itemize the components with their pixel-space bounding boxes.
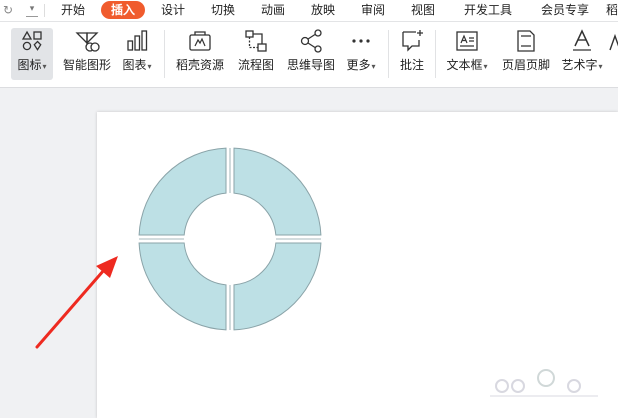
comment-icon xyxy=(402,30,423,52)
bar-chart-icon xyxy=(127,30,148,51)
ribbon-divider xyxy=(435,30,436,78)
mindmap-icon xyxy=(300,29,322,53)
mindmap-button[interactable]: 思维导图 xyxy=(284,28,338,80)
more-dots-icon xyxy=(352,39,370,43)
comment-button[interactable]: 批注 xyxy=(396,28,428,80)
chevron-down-icon: ▾ xyxy=(483,62,488,71)
tab-transition[interactable]: 切换 xyxy=(204,1,242,19)
header-footer-icon xyxy=(517,30,535,52)
ribbon-divider xyxy=(164,30,165,78)
tab-animation[interactable]: 动画 xyxy=(254,1,292,19)
wordart-button[interactable]: 艺术字▾ xyxy=(558,28,606,80)
textbox-label: 文本框 xyxy=(446,58,483,72)
menu-divider xyxy=(44,4,45,17)
flowchart-icon xyxy=(245,30,267,52)
icons-label: 图标 xyxy=(17,58,42,72)
header-footer-button[interactable]: 页眉页脚 xyxy=(499,28,553,80)
undo-icon[interactable]: ↻ xyxy=(1,2,15,18)
docer-resources-icon xyxy=(189,31,211,51)
chart-label: 图表 xyxy=(122,58,147,72)
smart-graphic-button[interactable]: 智能图形 xyxy=(61,28,113,80)
chevron-down-icon: ▾ xyxy=(147,62,152,71)
docer-resources-label: 稻壳资源 xyxy=(175,58,224,72)
tab-insert[interactable]: 插入 xyxy=(101,1,145,19)
tab-developer-tools[interactable]: 开发工具 xyxy=(458,1,518,19)
wordart-label: 艺术字 xyxy=(561,58,598,72)
watermark-logo xyxy=(490,369,598,397)
menu-bar: ↻ ▾ 开始 插入 设计 切换 动画 放映 审阅 视图 开发工具 会员专享 稻 xyxy=(0,0,618,22)
tab-member-exclusive[interactable]: 会员专享 xyxy=(534,1,596,19)
tab-design[interactable]: 设计 xyxy=(154,1,192,19)
comment-label: 批注 xyxy=(399,58,424,72)
tab-review[interactable]: 审阅 xyxy=(354,1,392,19)
flowchart-button[interactable]: 流程图 xyxy=(234,28,278,80)
mindmap-label: 思维导图 xyxy=(286,58,335,72)
smart-graphic-label: 智能图形 xyxy=(62,58,111,72)
tab-docer-truncated[interactable]: 稻 xyxy=(606,1,618,19)
icons-button[interactable]: 图标▾ xyxy=(11,28,53,80)
icons-icon xyxy=(21,30,42,51)
tab-slideshow[interactable]: 放映 xyxy=(304,1,342,19)
more-button[interactable]: 更多▾ xyxy=(343,28,379,80)
flowchart-label: 流程图 xyxy=(237,58,274,72)
tab-home[interactable]: 开始 xyxy=(54,1,92,19)
arrow-shaft xyxy=(35,268,106,349)
chart-button[interactable]: 图表▾ xyxy=(118,28,156,80)
ribbon-divider xyxy=(388,30,389,78)
tab-view[interactable]: 视图 xyxy=(404,1,442,19)
docer-resources-button[interactable]: 稻壳资源 xyxy=(174,28,226,80)
ribbon-overflow-icon[interactable] xyxy=(608,32,618,54)
chevron-down-icon: ▾ xyxy=(42,62,47,71)
smart-graphic-icon xyxy=(75,32,100,52)
chevron-down-icon: ▾ xyxy=(371,62,376,71)
textbox-icon xyxy=(456,31,478,51)
more-label: 更多 xyxy=(346,58,371,72)
quick-access-dropdown-icon[interactable]: ▾ xyxy=(26,1,38,17)
header-footer-label: 页眉页脚 xyxy=(501,58,550,72)
ribbon-toolbar: 图标▾ 智能图形 图表▾ 稻壳资源 流程图 思维导图 更多▾ 批注 文本框▾ 页… xyxy=(0,22,618,88)
wordart-icon xyxy=(573,29,591,51)
chevron-down-icon: ▾ xyxy=(598,62,603,71)
textbox-button[interactable]: 文本框▾ xyxy=(442,28,492,80)
